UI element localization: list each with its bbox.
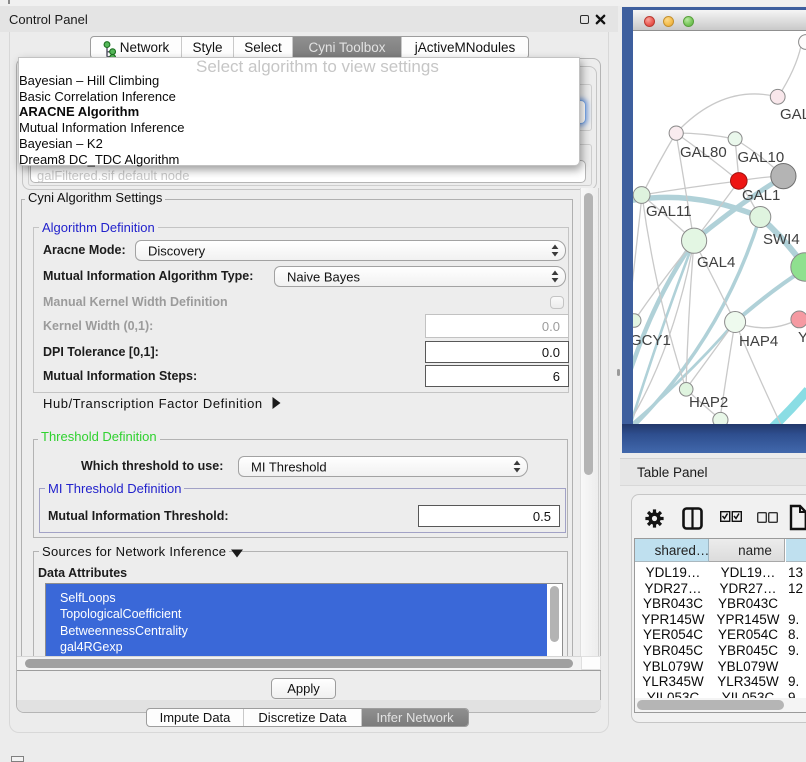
svg-text:HAP2: HAP2: [689, 394, 728, 411]
svg-text:GAL11: GAL11: [646, 203, 692, 220]
svg-text:GAL80: GAL80: [680, 144, 727, 161]
svg-text:HAP4: HAP4: [739, 333, 778, 350]
svg-text:GAL4: GAL4: [697, 254, 735, 271]
svg-text:GAL10: GAL10: [738, 149, 785, 166]
svg-text:GAL1: GAL1: [742, 187, 780, 204]
svg-text:GCY1: GCY1: [633, 332, 671, 349]
svg-text:GAL2: GAL2: [780, 106, 806, 123]
svg-text:Y: Y: [798, 329, 806, 346]
svg-text:SWI4: SWI4: [763, 231, 800, 248]
